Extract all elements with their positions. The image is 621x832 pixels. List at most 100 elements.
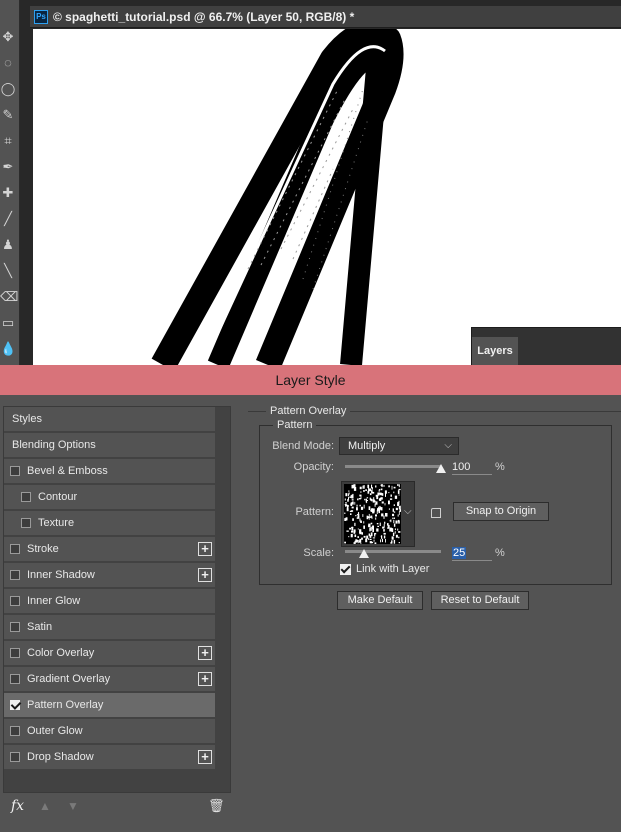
pattern-label: Pattern: (295, 506, 334, 518)
layers-panel: Layers (471, 327, 621, 365)
style-label: Gradient Overlay (27, 673, 111, 685)
blur-icon[interactable]: 💧 (0, 340, 16, 358)
crop-icon[interactable]: ⌗ (0, 132, 16, 150)
link-with-layer-label: Link with Layer (356, 563, 430, 575)
pattern-picker[interactable]: ⌵ (341, 481, 415, 547)
document-tab[interactable]: Ps © spaghetti_tutorial.psd @ 66.7% (Lay… (30, 6, 621, 28)
style-label: Inner Glow (27, 595, 81, 607)
reset-to-default-button[interactable]: Reset to Default (431, 591, 529, 610)
blend-mode-value: Multiply (348, 440, 386, 452)
marquee-icon[interactable]: ◌ (0, 54, 16, 72)
make-default-button[interactable]: Make Default (337, 591, 423, 610)
style-row-drop-shadow[interactable]: Drop Shadow + (4, 745, 215, 770)
style-checkbox[interactable] (10, 570, 20, 580)
style-label: Outer Glow (27, 725, 83, 737)
section-title: Pattern Overlay (266, 405, 351, 417)
style-checkbox[interactable] (10, 700, 20, 710)
add-effect-icon[interactable]: + (198, 568, 212, 582)
pattern-swatch (344, 484, 401, 544)
style-label: Bevel & Emboss (27, 465, 108, 477)
move-up-icon[interactable]: ▲ (39, 799, 51, 813)
style-label: Drop Shadow (27, 751, 94, 763)
opacity-input[interactable]: 100 (452, 460, 492, 475)
style-row-outer-glow[interactable]: Outer Glow (4, 719, 215, 744)
document-canvas[interactable] (33, 29, 621, 365)
group-title: Pattern (273, 419, 317, 431)
blend-mode-select[interactable]: Multiply ⌵ (339, 437, 459, 455)
style-row-bevel-emboss[interactable]: Bevel & Emboss (4, 459, 215, 484)
trash-icon[interactable]: 🗑 (208, 798, 225, 814)
style-label: Blending Options (12, 439, 96, 451)
photoshop-workspace: ✥ ◌ ◯ ✎ ⌗ ✒ ✚ ╱ ♟ ╲ ⌫ ▭ 💧 Ps © spaghetti_tutorial.ps… (0, 0, 621, 365)
layers-tab[interactable]: Layers (472, 337, 518, 365)
style-label: Stroke (27, 543, 59, 555)
spaghetti-artwork (151, 29, 404, 365)
scale-slider-thumb[interactable] (359, 549, 370, 558)
snap-to-origin-button[interactable]: Snap to Origin (453, 502, 549, 521)
styles-bottom-bar: fx ▲ ▼ 🗑 (3, 795, 231, 821)
style-checkbox[interactable] (10, 648, 20, 658)
tools-panel: ✥ ◌ ◯ ✎ ⌗ ✒ ✚ ╱ ♟ ╲ ⌫ ▭ 💧 (0, 0, 20, 365)
style-checkbox[interactable] (10, 674, 20, 684)
eyedropper-icon[interactable]: ✒ (0, 158, 16, 176)
move-icon[interactable]: ✥ (0, 28, 16, 46)
style-row-color-overlay[interactable]: Color Overlay + (4, 641, 215, 666)
style-label: Color Overlay (27, 647, 95, 659)
style-row-pattern-overlay[interactable]: Pattern Overlay (4, 693, 215, 718)
style-label: Inner Shadow (27, 569, 95, 581)
scale-value: 25 (452, 547, 467, 559)
style-row-blending-options[interactable]: Blending Options (4, 433, 215, 458)
opacity-unit: % (495, 461, 505, 473)
style-checkbox[interactable] (21, 518, 31, 528)
add-effect-icon[interactable]: + (198, 646, 212, 660)
styles-list: Styles Blending Options Bevel & Emboss Cont… (3, 406, 231, 793)
eraser-icon[interactable]: ⌫ (0, 288, 18, 306)
brush-icon[interactable]: ╱ (0, 210, 16, 228)
style-checkbox[interactable] (10, 596, 20, 606)
scale-input[interactable]: 25 (452, 546, 492, 561)
blend-mode-label: Blend Mode: (272, 440, 334, 452)
style-row-inner-shadow[interactable]: Inner Shadow + (4, 563, 215, 588)
style-row-gradient-overlay[interactable]: Gradient Overlay + (4, 667, 215, 692)
chevron-down-icon: ⌵ (404, 506, 412, 517)
add-effect-icon[interactable]: + (198, 750, 212, 764)
style-row-contour[interactable]: Contour (4, 485, 215, 510)
new-preset-icon[interactable] (431, 508, 441, 518)
style-checkbox[interactable] (10, 752, 20, 762)
style-row-styles[interactable]: Styles (4, 407, 215, 432)
scale-label: Scale: (303, 547, 334, 559)
style-label: Styles (12, 413, 42, 425)
opacity-slider[interactable] (345, 465, 441, 468)
opacity-label: Opacity: (293, 461, 334, 473)
chevron-down-icon: ⌵ (444, 440, 452, 451)
style-checkbox[interactable] (10, 726, 20, 736)
style-checkbox[interactable] (21, 492, 31, 502)
history-brush-icon[interactable]: ╲ (0, 262, 16, 280)
dialog-title[interactable]: Layer Style (0, 365, 621, 395)
style-row-satin[interactable]: Satin (4, 615, 215, 640)
style-checkbox[interactable] (10, 622, 20, 632)
document-title: © spaghetti_tutorial.psd @ 66.7% (Layer … (53, 9, 355, 24)
add-effect-icon[interactable]: + (198, 672, 212, 686)
style-row-stroke[interactable]: Stroke + (4, 537, 215, 562)
layer-style-dialog: Layer Style Styles Blending Options Bevel … (0, 365, 621, 832)
style-row-inner-glow[interactable]: Inner Glow (4, 589, 215, 614)
move-down-icon[interactable]: ▼ (67, 799, 79, 813)
link-with-layer-checkbox[interactable] (340, 564, 351, 575)
opacity-slider-thumb[interactable] (436, 464, 446, 473)
healing-icon[interactable]: ✚ (0, 184, 16, 202)
quick-select-icon[interactable]: ✎ (0, 106, 16, 124)
add-effect-icon[interactable]: + (198, 542, 212, 556)
style-label: Texture (38, 517, 75, 529)
gradient-icon[interactable]: ▭ (0, 314, 16, 332)
styles-list-scrollbar[interactable] (217, 407, 230, 792)
style-row-texture[interactable]: Texture (4, 511, 215, 536)
stamp-icon[interactable]: ♟ (0, 236, 16, 254)
lasso-icon[interactable]: ◯ (0, 80, 16, 98)
photoshop-logo: Ps (34, 9, 48, 24)
style-checkbox[interactable] (10, 544, 20, 554)
style-checkbox[interactable] (10, 466, 20, 476)
style-label: Pattern Overlay (27, 699, 104, 711)
pattern-overlay-panel: Pattern Overlay Pattern Blend Mode: Mult… (248, 405, 621, 656)
fx-icon[interactable]: fx (11, 798, 24, 814)
